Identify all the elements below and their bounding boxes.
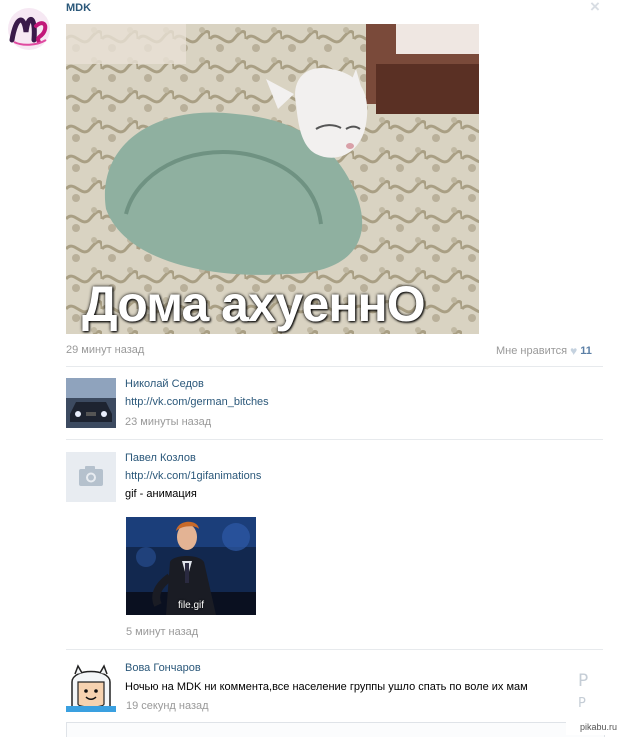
heart-icon: ♥	[570, 344, 578, 358]
comment-author[interactable]: Николай Седов	[125, 378, 204, 390]
reply-letter: Р	[578, 696, 586, 711]
like-count: 11	[580, 345, 592, 357]
comment-author[interactable]: Павел Козлов	[125, 452, 196, 464]
comment-text: gif - анимация	[125, 488, 197, 500]
avatar[interactable]	[66, 378, 116, 428]
comment-time[interactable]: 23 минуты назад	[125, 416, 211, 428]
camera-icon	[79, 466, 103, 486]
gif-label: file.gif	[177, 600, 205, 611]
post-image[interactable]: Дома ахуеннО	[66, 24, 479, 334]
watermark: pikabu.ru	[566, 720, 617, 735]
comment-text: Ночью на MDK ни коммента,все население г…	[125, 681, 528, 693]
reply-letter: Р	[578, 671, 589, 691]
avatar-placeholder[interactable]	[66, 452, 116, 502]
comment-time[interactable]: 19 секунд назад	[126, 700, 209, 712]
like-button[interactable]: Мне нравится ♥ 11	[496, 344, 592, 358]
gif-attachment[interactable]: file.gif	[126, 517, 256, 615]
comment-link[interactable]: http://vk.com/german_bitches	[125, 396, 269, 408]
like-label: Мне нравится	[496, 345, 568, 357]
community-logo[interactable]	[6, 6, 52, 52]
comment-time[interactable]: 5 минут назад	[126, 626, 198, 638]
divider	[66, 649, 603, 650]
comment-author[interactable]: Вова Гончаров	[125, 662, 201, 674]
divider	[66, 439, 603, 440]
close-icon[interactable]: ×	[590, 0, 600, 15]
post-time[interactable]: 29 минут назад	[66, 344, 144, 356]
post-author[interactable]: MDK	[66, 2, 91, 14]
comment-link[interactable]: http://vk.com/1gifanimations	[125, 470, 261, 482]
divider	[66, 366, 603, 367]
image-caption: Дома ахуеннО	[82, 276, 426, 332]
avatar[interactable]	[66, 662, 116, 713]
